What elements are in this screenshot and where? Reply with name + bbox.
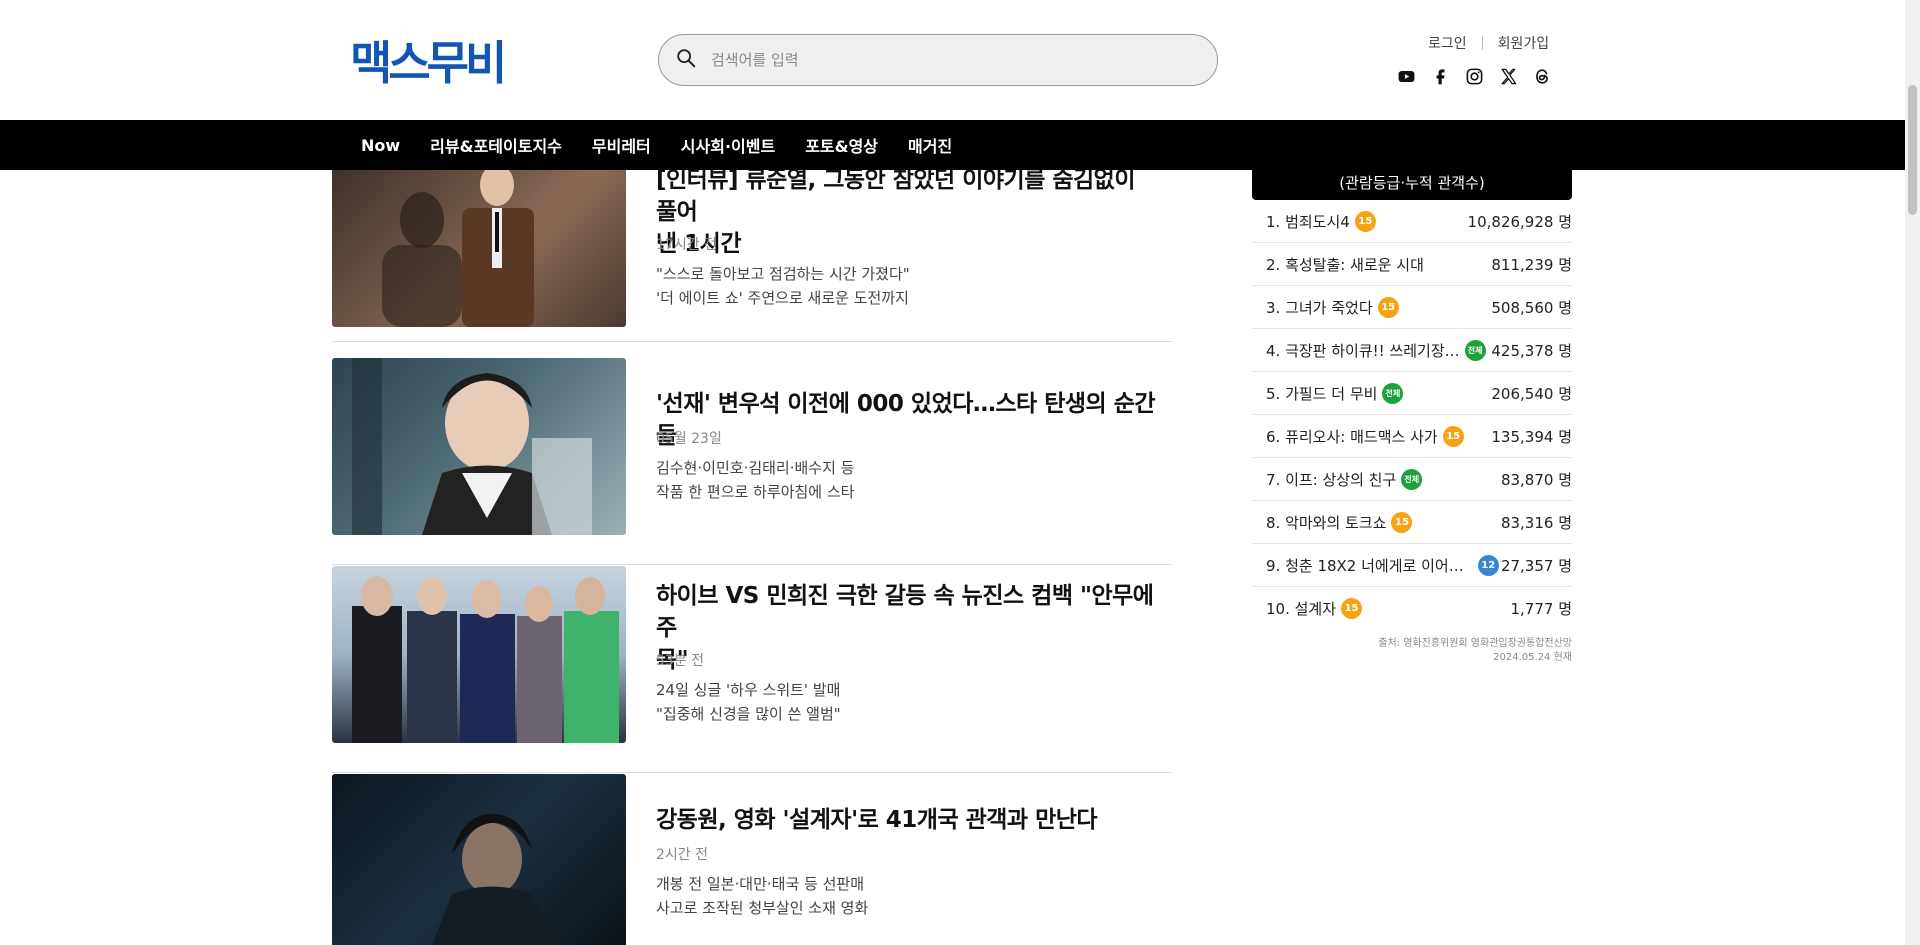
ranking-item[interactable]: 5. 가필드 더 무비 전체 206,540 명 <box>1252 372 1572 415</box>
rating-badge: 전체 <box>1464 339 1486 361</box>
ranking-item[interactable]: 1. 범죄도시4 15 10,826,928 명 <box>1252 200 1572 243</box>
article-item[interactable]: 하이브 VS 민희진 극한 갈등 속 뉴진스 컴백 "안무에 주 목" 53분 … <box>332 566 1173 773</box>
movie-title: 10. 설계자 <box>1266 600 1337 618</box>
movie-title: 6. 퓨리오사: 매드맥스 사가 <box>1266 427 1438 446</box>
rating-badge: 전체 <box>1382 382 1404 404</box>
ranking-item[interactable]: 4. 극장판 하이큐!! 쓰레기장… 전체 425,378 명 <box>1252 329 1572 372</box>
rating-badge: 15 <box>1377 296 1399 318</box>
article-time: 05월 23일 <box>656 431 722 447</box>
audience-count: 1,777 명 <box>1510 600 1572 618</box>
article-title[interactable]: 하이브 VS 민희진 극한 갈등 속 뉴진스 컴백 "안무에 주 목" <box>656 580 1156 676</box>
threads-icon[interactable] <box>1532 66 1552 86</box>
article-time: 53분 전 <box>656 653 705 669</box>
main-nav: Now 리뷰&포테이토지수 무비레터 시사회·이벤트 포토&영상 매거진 <box>0 120 1905 170</box>
nav-item-magazine[interactable]: 매거진 <box>908 133 952 157</box>
nav-item-now[interactable]: Now <box>361 136 400 155</box>
ranking-item[interactable]: 7. 이프: 상상의 친구 전체 83,870 명 <box>1252 458 1572 501</box>
movie-title: 9. 청춘 18X2 너에게로 이어… <box>1266 556 1464 575</box>
login-link[interactable]: 로그인 <box>1428 33 1467 53</box>
audience-count: 206,540 명 <box>1491 384 1572 403</box>
rating-badge: 15 <box>1391 511 1413 533</box>
search-icon[interactable] <box>675 47 697 73</box>
site-header: 맥스무비 로그인 회원가입 <box>0 0 1905 120</box>
rating-badge: 15 <box>1354 210 1376 232</box>
signup-link[interactable]: 회원가입 <box>1498 33 1550 53</box>
ranking-item[interactable]: 10. 설계자 15 1,777 명 <box>1252 587 1572 630</box>
nav-item-photo-video[interactable]: 포토&영상 <box>805 133 878 157</box>
ranking-item[interactable]: 3. 그녀가 죽었다 15 508,560 명 <box>1252 286 1572 329</box>
audience-count: 83,316 명 <box>1500 513 1572 532</box>
audience-count: 135,394 명 <box>1491 427 1572 446</box>
audience-count: 508,560 명 <box>1491 298 1572 317</box>
rating-badge: 전체 <box>1401 468 1423 490</box>
movie-title: 5. 가필드 더 무비 <box>1266 384 1378 403</box>
article-thumbnail[interactable] <box>332 358 626 535</box>
ranking-source: 출처: 영화진흥위원회 영화관입장권통합전산망 2024.05.24 현재 <box>1378 638 1572 663</box>
page: 맥스무비 로그인 회원가입 <box>0 0 1920 945</box>
audience-count: 10,826,928 명 <box>1467 212 1572 231</box>
article-time: 2시간 전 <box>656 847 708 863</box>
nav-item-movieletter[interactable]: 무비레터 <box>592 133 651 157</box>
article-time: 17시간 전 <box>656 237 717 253</box>
article-title[interactable]: 강동원, 영화 '설계자'로 41개국 관객과 만난다 <box>656 804 1156 836</box>
auth-divider <box>1481 36 1483 50</box>
movie-title: 7. 이프: 상상의 친구 <box>1266 470 1397 489</box>
facebook-icon[interactable] <box>1430 66 1450 86</box>
audience-count: 811,239 명 <box>1491 255 1572 274</box>
audience-count: 425,378 명 <box>1491 341 1572 360</box>
article-desc: 24일 싱글 '하우 스위트' 발매 "집중해 신경을 많이 쓴 앨범" <box>656 681 841 723</box>
movie-title: 3. 그녀가 죽었다 <box>1266 298 1373 317</box>
nav-item-event[interactable]: 시사회·이벤트 <box>681 133 775 157</box>
site-logo[interactable]: 맥스무비 <box>350 32 507 90</box>
audience-count: 27,357 명 <box>1500 556 1572 575</box>
search-input[interactable] <box>711 51 1191 69</box>
movie-title: 1. 범죄도시4 <box>1266 212 1350 231</box>
auth-links: 로그인 회원가입 <box>1428 33 1549 53</box>
ranking-item[interactable]: 6. 퓨리오사: 매드맥스 사가 15 135,394 명 <box>1252 415 1572 458</box>
rating-badge: 12 <box>1477 554 1499 576</box>
article-item[interactable]: '선재' 변우석 이전에 000 있었다…스타 탄생의 순간들 05월 23일 … <box>332 358 1173 565</box>
scrollbar-thumb[interactable] <box>1908 85 1917 215</box>
article-thumbnail[interactable] <box>332 566 626 743</box>
nav-item-review[interactable]: 리뷰&포테이토지수 <box>430 133 562 157</box>
youtube-icon[interactable] <box>1396 66 1416 86</box>
ranking-header: (관람등급·누적 관객수) <box>1252 166 1572 200</box>
article-desc: 김수현·이민호·김태리·배수지 등 작품 한 편으로 하루아침에 스타 <box>656 459 855 501</box>
search-bar[interactable] <box>658 34 1218 86</box>
ranking-item[interactable]: 2. 혹성탈출: 새로운 시대 811,239 명 <box>1252 243 1572 286</box>
ranking-item[interactable]: 8. 악마와의 토크쇼 15 83,316 명 <box>1252 501 1572 544</box>
movie-title: 2. 혹성탈출: 새로운 시대 <box>1266 255 1424 274</box>
instagram-icon[interactable] <box>1464 66 1484 86</box>
movie-title: 8. 악마와의 토크쇼 <box>1266 513 1387 532</box>
article-thumbnail[interactable] <box>332 774 626 945</box>
article-thumbnail[interactable] <box>332 150 626 327</box>
article-item[interactable]: [인터뷰] 류준열, 그동안 참았던 이야기를 숨김없이 풀어 낸 1시간 17… <box>332 150 1173 342</box>
page-scrollbar[interactable] <box>1905 0 1920 945</box>
article-desc: "스스로 돌아보고 점검하는 시간 가졌다" '더 에이트 쇼' 주연으로 새로… <box>656 265 910 307</box>
rating-badge: 15 <box>1442 425 1464 447</box>
x-icon[interactable] <box>1498 66 1518 86</box>
article-desc: 개봉 전 일본·대만·태국 등 선판매 사고로 조작된 청부살인 소재 영화 <box>656 875 869 917</box>
article-title[interactable]: '선재' 변우석 이전에 000 있었다…스타 탄생의 순간들 <box>656 388 1156 452</box>
article-item[interactable]: 강동원, 영화 '설계자'로 41개국 관객과 만난다 2시간 전 개봉 전 일… <box>332 774 1173 945</box>
audience-count: 83,870 명 <box>1500 470 1572 489</box>
ranking-item[interactable]: 9. 청춘 18X2 너에게로 이어… 12 27,357 명 <box>1252 544 1572 587</box>
movie-title: 4. 극장판 하이큐!! 쓰레기장… <box>1266 341 1460 360</box>
article-title[interactable]: [인터뷰] 류준열, 그동안 참았던 이야기를 숨김없이 풀어 낸 1시간 <box>656 164 1156 260</box>
rating-badge: 15 <box>1341 598 1363 619</box>
social-links <box>1396 66 1552 86</box>
